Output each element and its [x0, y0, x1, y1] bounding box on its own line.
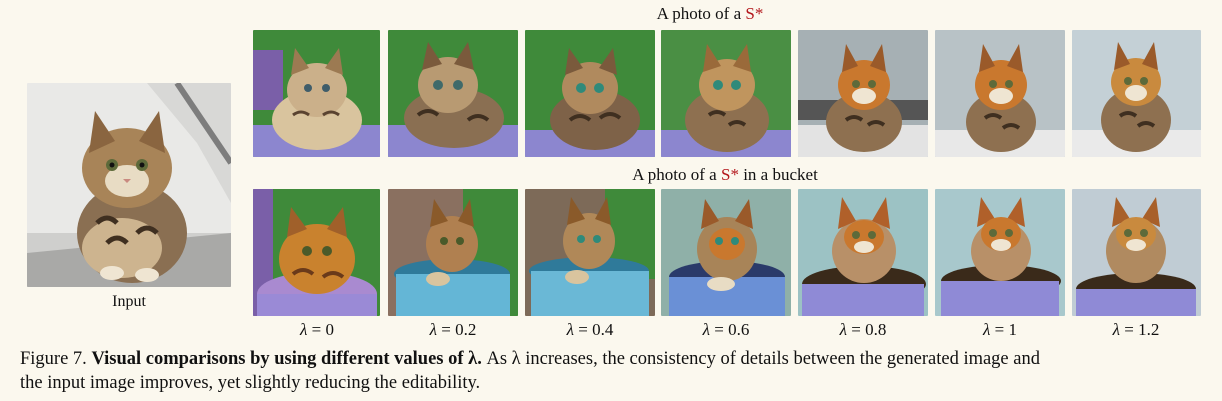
input-image — [27, 83, 231, 287]
result-top-lambda-0.4 — [525, 30, 655, 157]
prompt-top-prefix: A photo of a — [656, 4, 742, 23]
lambda-label-2: λ = 0.4 — [525, 320, 655, 340]
caption-line-2: the input image improves, yet slightly r… — [20, 373, 481, 393]
prompt-bottom-prefix: A photo of a — [632, 165, 717, 184]
caption-bold: Visual comparisons by using different va… — [91, 349, 482, 369]
caption-figure-label: Figure 7. — [20, 349, 87, 369]
lambda-value: = 0.6 — [714, 320, 750, 339]
lambda-value: = 1 — [994, 320, 1017, 339]
prompt-bottom-token: S* — [720, 165, 739, 184]
result-bottom-lambda-1 — [935, 189, 1065, 316]
result-bottom-lambda-0.2 — [388, 189, 518, 316]
input-kitten-photo — [27, 83, 231, 287]
result-bottom-lambda-0.8 — [798, 189, 928, 316]
lambda-symbol: λ — [300, 320, 308, 339]
lambda-value: = 0.4 — [578, 320, 614, 339]
result-top-lambda-0.2 — [388, 30, 518, 157]
lambda-value: = 0.2 — [441, 320, 477, 339]
lambda-label-6: λ = 1.2 — [1071, 320, 1201, 340]
prompt-top-token: S* — [745, 4, 764, 23]
lambda-symbol: λ — [702, 320, 711, 339]
caption-line-1: Figure 7. Visual comparisons by using di… — [20, 347, 1215, 371]
lambda-value: = 1.2 — [1124, 320, 1160, 339]
lambda-label-5: λ = 1 — [935, 320, 1065, 340]
lambda-value: = 0 — [311, 320, 334, 339]
prompt-bottom-suffix: in a bucket — [743, 165, 818, 184]
result-bottom-lambda-1.2 — [1072, 189, 1201, 316]
lambda-symbol: λ — [566, 320, 575, 339]
result-bottom-lambda-0 — [253, 189, 380, 316]
lambda-symbol: λ — [839, 320, 848, 339]
lambda-value: = 0.8 — [851, 320, 887, 339]
caption-line1-rest: As λ increases, the consistency of detai… — [486, 349, 1040, 369]
input-label: Input — [112, 293, 146, 310]
lambda-label-1: λ = 0.2 — [388, 320, 518, 340]
result-top-lambda-0 — [253, 30, 380, 157]
result-bottom-lambda-0.4 — [525, 189, 655, 316]
lambda-symbol: λ — [429, 320, 438, 339]
result-top-lambda-1 — [935, 30, 1065, 157]
lambda-label-0: λ = 0 — [252, 320, 382, 340]
result-top-lambda-1.2 — [1072, 30, 1201, 157]
prompt-bottom: A photo of a S* in a bucket — [560, 165, 890, 185]
prompt-top: A photo of a S* — [560, 4, 860, 24]
figure-caption: Figure 7. Visual comparisons by using di… — [20, 347, 1215, 395]
result-top-lambda-0.6 — [661, 30, 791, 157]
result-top-lambda-0.8 — [798, 30, 928, 157]
lambda-symbol: λ — [1112, 320, 1121, 339]
result-bottom-lambda-0.6 — [661, 189, 791, 316]
lambda-symbol: λ — [983, 320, 991, 339]
lambda-label-4: λ = 0.8 — [798, 320, 928, 340]
lambda-label-3: λ = 0.6 — [661, 320, 791, 340]
